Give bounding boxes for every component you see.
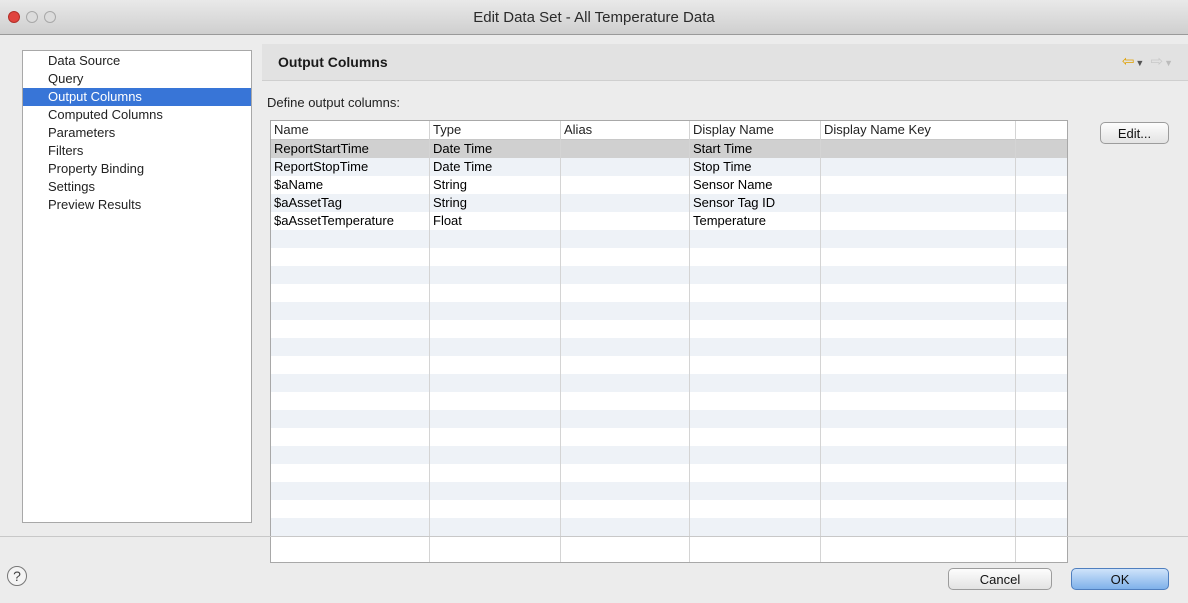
table-cell: ReportStopTime bbox=[274, 159, 369, 174]
cancel-button[interactable]: Cancel bbox=[948, 568, 1052, 590]
table-cell bbox=[561, 212, 689, 230]
table-cell bbox=[821, 140, 1015, 158]
column-header-display-name-key[interactable]: Display Name Key bbox=[821, 121, 1015, 139]
help-icon[interactable]: ? bbox=[7, 566, 27, 586]
table-row[interactable]: $aAssetTemperature Float Temperature bbox=[271, 212, 1067, 230]
sidebar-nav: Data Source Query Output Columns Compute… bbox=[22, 50, 252, 523]
output-columns-table[interactable]: ReportStartTime Date Time Start Time Report… bbox=[270, 120, 1068, 563]
table-cell bbox=[821, 176, 1015, 194]
table-row[interactable] bbox=[271, 500, 1067, 518]
section-header: Output Columns ⇦▼ ⇨▼ bbox=[262, 44, 1188, 81]
table-cell bbox=[561, 158, 689, 176]
table-row[interactable]: ReportStopTime Date Time Stop Time bbox=[271, 158, 1067, 176]
ok-button[interactable]: OK bbox=[1071, 568, 1169, 590]
table-row[interactable] bbox=[271, 428, 1067, 446]
table-row[interactable] bbox=[271, 536, 1067, 554]
table-row[interactable] bbox=[271, 356, 1067, 374]
table-cell bbox=[561, 194, 689, 212]
edit-button[interactable]: Edit... bbox=[1100, 122, 1169, 144]
column-divider bbox=[1015, 121, 1016, 562]
column-divider bbox=[820, 121, 821, 562]
column-header-alias[interactable]: Alias bbox=[561, 121, 689, 139]
table-cell bbox=[821, 158, 1015, 176]
table-cell: String bbox=[433, 195, 467, 210]
footer-divider bbox=[0, 536, 1188, 537]
table-row[interactable] bbox=[271, 338, 1067, 356]
table-cell: Temperature bbox=[693, 213, 766, 228]
table-cell bbox=[821, 194, 1015, 212]
sidebar-item-output-columns[interactable]: Output Columns bbox=[23, 88, 251, 106]
sidebar-item-settings[interactable]: Settings bbox=[23, 178, 251, 196]
history-navigation: ⇦▼ ⇨▼ bbox=[1122, 52, 1174, 70]
table-cell: ReportStartTime bbox=[274, 141, 369, 156]
table-row[interactable] bbox=[271, 410, 1067, 428]
table-cell: Date Time bbox=[433, 159, 493, 174]
table-cell: Sensor Tag ID bbox=[693, 195, 776, 210]
column-header-display-name[interactable]: Display Name bbox=[690, 121, 820, 139]
table-row[interactable] bbox=[271, 248, 1067, 266]
table-cell: $aName bbox=[274, 177, 324, 192]
sidebar-item-preview-results[interactable]: Preview Results bbox=[23, 196, 251, 214]
sidebar-item-computed-columns[interactable]: Computed Columns bbox=[23, 106, 251, 124]
table-row[interactable]: $aAssetTag String Sensor Tag ID bbox=[271, 194, 1067, 212]
table-cell: Start Time bbox=[693, 141, 753, 156]
back-dropdown-icon[interactable]: ▼ bbox=[1135, 58, 1145, 68]
sidebar-item-query[interactable]: Query bbox=[23, 70, 251, 88]
table-cell: $aAssetTag bbox=[274, 195, 342, 210]
table-cell: Stop Time bbox=[693, 159, 752, 174]
sidebar-item-parameters[interactable]: Parameters bbox=[23, 124, 251, 142]
table-row[interactable] bbox=[271, 392, 1067, 410]
sidebar-item-data-source[interactable]: Data Source bbox=[23, 52, 251, 70]
table-row[interactable] bbox=[271, 482, 1067, 500]
table-cell: Sensor Name bbox=[693, 177, 773, 192]
table-row[interactable] bbox=[271, 230, 1067, 248]
table-cell: Date Time bbox=[433, 141, 493, 156]
table-cell: Float bbox=[433, 213, 462, 228]
table-row[interactable] bbox=[271, 284, 1067, 302]
table-row[interactable] bbox=[271, 464, 1067, 482]
table-cell: $aAssetTemperature bbox=[274, 213, 394, 228]
sidebar-item-filters[interactable]: Filters bbox=[23, 142, 251, 160]
table-row[interactable] bbox=[271, 446, 1067, 464]
sidebar-item-property-binding[interactable]: Property Binding bbox=[23, 160, 251, 178]
column-header-type[interactable]: Type bbox=[430, 121, 560, 139]
content-panel: Output Columns ⇦▼ ⇨▼ Define output colum… bbox=[262, 44, 1188, 563]
table-row[interactable] bbox=[271, 374, 1067, 392]
table-row[interactable] bbox=[271, 302, 1067, 320]
table-cell bbox=[561, 140, 689, 158]
table-row[interactable] bbox=[271, 518, 1067, 536]
table-cell bbox=[821, 212, 1015, 230]
column-divider bbox=[429, 121, 430, 562]
table-cell bbox=[561, 176, 689, 194]
section-title: Output Columns bbox=[278, 54, 388, 70]
title-bar: Edit Data Set - All Temperature Data bbox=[0, 0, 1188, 35]
window-title: Edit Data Set - All Temperature Data bbox=[473, 9, 715, 26]
table-row[interactable]: ReportStartTime Date Time Start Time bbox=[271, 140, 1067, 158]
table-row[interactable]: $aName String Sensor Name bbox=[271, 176, 1067, 194]
table-row[interactable] bbox=[271, 266, 1067, 284]
forward-dropdown-icon: ▼ bbox=[1164, 58, 1174, 68]
table-row[interactable] bbox=[271, 320, 1067, 338]
column-divider bbox=[689, 121, 690, 562]
table-cell: String bbox=[433, 177, 467, 192]
back-arrow-icon[interactable]: ⇦ bbox=[1122, 53, 1136, 70]
table-header: Name Type Alias Display Name Display Nam… bbox=[271, 121, 1067, 140]
column-divider bbox=[560, 121, 561, 562]
define-columns-label: Define output columns: bbox=[267, 95, 400, 110]
forward-arrow-icon: ⇨ bbox=[1150, 53, 1165, 70]
column-header-name[interactable]: Name bbox=[271, 121, 429, 139]
